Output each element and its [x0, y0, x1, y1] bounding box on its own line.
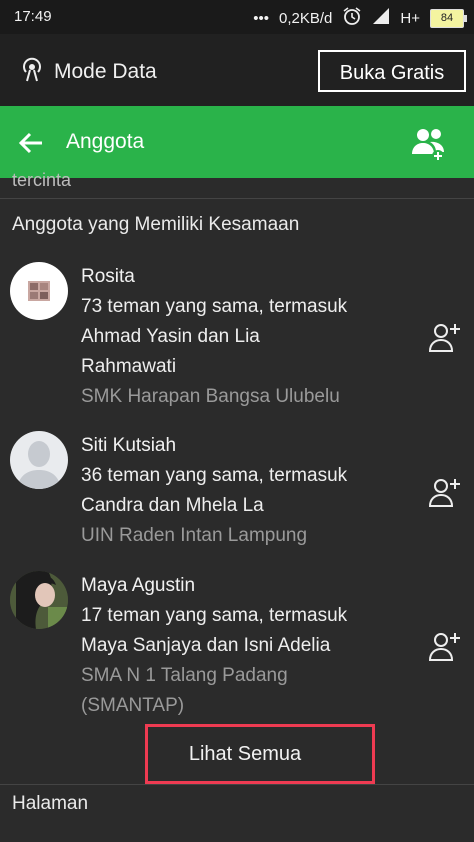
- broadcast-icon: [20, 56, 44, 88]
- signal-icon: [372, 7, 390, 29]
- add-friend-icon[interactable]: [428, 629, 462, 663]
- app-header: Anggota: [0, 106, 474, 178]
- avatar[interactable]: [10, 571, 68, 629]
- add-friend-icon[interactable]: [428, 320, 462, 354]
- member-name[interactable]: Siti Kutsiah: [81, 431, 411, 461]
- free-mode-button[interactable]: Buka Gratis: [318, 50, 466, 92]
- member-item-siti-kutsiah[interactable]: Siti Kutsiah 36 teman yang sama, termasu…: [0, 431, 474, 551]
- member-school: UIN Raden Intan Lampung: [81, 525, 308, 546]
- back-arrow-icon[interactable]: [18, 130, 44, 156]
- status-time: 17:49: [14, 8, 52, 25]
- similar-members-heading: Anggota yang Memiliki Kesamaan: [12, 214, 300, 235]
- see-all-button[interactable]: Lihat Semua: [145, 724, 375, 784]
- divider: [0, 784, 474, 785]
- mode-data-label: Mode Data: [54, 60, 157, 83]
- member-info: Siti Kutsiah 36 teman yang sama, termasu…: [81, 431, 411, 551]
- mutual-friends-line: 17 teman yang sama, termasuk: [81, 605, 348, 626]
- member-info: Maya Agustin 17 teman yang sama, termasu…: [81, 571, 411, 721]
- status-right: ••• 0,2KB/d H+ 84: [253, 6, 467, 30]
- battery-indicator: 84: [430, 8, 467, 28]
- member-school: (SMANTAP): [81, 695, 185, 716]
- divider: [0, 198, 474, 199]
- see-all-label: Lihat Semua: [188, 742, 302, 765]
- mutual-friends-line: Candra dan Mhela La: [81, 495, 264, 516]
- member-item-maya-agustin[interactable]: Maya Agustin 17 teman yang sama, termasu…: [0, 571, 474, 721]
- member-item-rosita[interactable]: Rosita 73 teman yang sama, termasuk Ahma…: [0, 262, 474, 412]
- member-school: SMA N 1 Talang Padang: [81, 665, 288, 686]
- avatar[interactable]: [10, 431, 68, 489]
- mode-data-bar: Mode Data Buka Gratis: [0, 34, 474, 106]
- member-school: SMK Harapan Bangsa Ulubelu: [81, 386, 340, 407]
- previous-content-snippet: tercinta: [12, 170, 72, 190]
- network-speed: 0,2KB/d: [279, 9, 333, 27]
- alarm-icon: [342, 6, 362, 30]
- network-type: H+: [400, 9, 420, 27]
- add-friend-icon[interactable]: [428, 475, 462, 509]
- mutual-friends-line: 36 teman yang sama, termasuk: [81, 465, 348, 486]
- member-name[interactable]: Maya Agustin: [81, 571, 411, 601]
- pages-heading: Halaman: [12, 793, 89, 814]
- mutual-friends-line: Rahmawati: [81, 356, 177, 377]
- page-title: Anggota: [66, 130, 145, 153]
- member-info: Rosita 73 teman yang sama, termasuk Ahma…: [81, 262, 411, 412]
- member-name[interactable]: Rosita: [81, 262, 411, 292]
- group-members-icon[interactable]: [410, 124, 450, 164]
- avatar[interactable]: [10, 262, 68, 320]
- notification-dots: •••: [253, 9, 270, 27]
- mutual-friends-line: Ahmad Yasin dan Lia: [81, 326, 260, 347]
- mode-data-label-group: Mode Data: [20, 56, 157, 88]
- status-bar: 17:49 ••• 0,2KB/d H+ 84: [0, 0, 474, 34]
- mutual-friends-line: Maya Sanjaya dan Isni Adelia: [81, 635, 331, 656]
- mutual-friends-line: 73 teman yang sama, termasuk: [81, 296, 348, 317]
